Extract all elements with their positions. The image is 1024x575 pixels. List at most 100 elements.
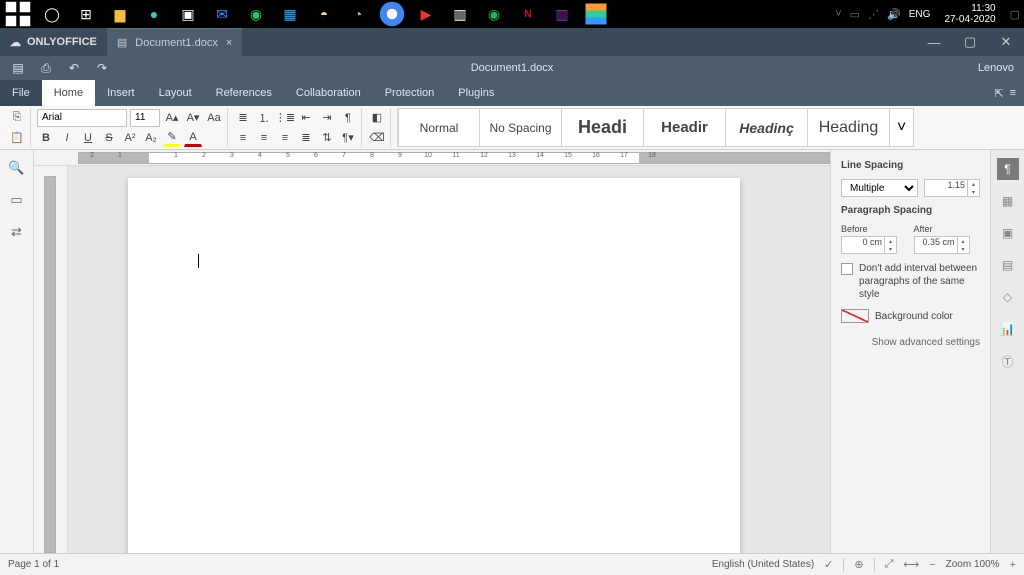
align-center-icon[interactable]: ≡	[255, 129, 273, 147]
strike-icon[interactable]: S	[100, 129, 118, 147]
vertical-ruler[interactable]	[34, 166, 68, 553]
bold-icon[interactable]: B	[37, 129, 55, 147]
spellcheck-icon[interactable]: ✓	[824, 558, 833, 571]
style-no-spacing[interactable]: No Spacing	[480, 108, 562, 147]
cortana-icon[interactable]: ◯	[38, 0, 66, 28]
redo-icon[interactable]: ↷	[90, 58, 114, 78]
tray-chevron-icon[interactable]: ˅	[835, 8, 841, 20]
paragraph-settings-icon[interactable]: ¶▾	[339, 129, 357, 147]
navigation-icon[interactable]: ⇄	[7, 222, 27, 242]
search-icon[interactable]: 🔍	[7, 158, 27, 178]
font-size-select[interactable]	[130, 109, 160, 127]
italic-icon[interactable]: I	[58, 129, 76, 147]
app2-icon[interactable]: ◓	[310, 0, 338, 28]
wifi-icon[interactable]: ⋰	[868, 8, 879, 21]
app-icon[interactable]: ▦	[276, 0, 304, 28]
tab-close-icon[interactable]: ×	[226, 37, 232, 49]
paste-icon[interactable]: 📋	[8, 129, 26, 147]
shading-icon[interactable]: ◧	[368, 109, 386, 127]
tab-insert[interactable]: Insert	[95, 80, 147, 106]
background-color-row[interactable]: Background color	[841, 309, 980, 323]
style-heading1[interactable]: Headi	[562, 108, 644, 147]
explorer-icon[interactable]: ▆	[106, 0, 134, 28]
font-color-icon[interactable]: A	[184, 129, 202, 147]
volume-icon[interactable]: 🔊	[887, 8, 901, 21]
user-label[interactable]: Lenovo	[968, 62, 1024, 74]
spotify-icon[interactable]: ◉	[480, 0, 508, 28]
app3-icon[interactable]: ▥	[446, 0, 474, 28]
underline-icon[interactable]: U	[79, 129, 97, 147]
maximize-button[interactable]: ▢	[952, 28, 988, 56]
no-interval-checkbox[interactable]: Don't add interval between paragraphs of…	[841, 262, 980, 301]
taskbar-clock[interactable]: 11:30 27-04-2020	[938, 3, 1001, 25]
style-gallery-dropdown[interactable]: ˅	[890, 108, 914, 147]
taskbar-language[interactable]: ENG	[909, 9, 931, 20]
increase-indent-icon[interactable]: ⇥	[318, 109, 336, 127]
onenote-icon[interactable]: ▥	[548, 0, 576, 28]
subscript-icon[interactable]: A₂	[142, 129, 160, 147]
horizontal-ruler[interactable]: 21123456789101112131415161718	[34, 150, 830, 166]
header-panel-icon[interactable]: ▤	[997, 254, 1019, 276]
font-name-select[interactable]	[37, 109, 127, 127]
paragraph-panel-icon[interactable]: ¶	[997, 158, 1019, 180]
zoom-out-icon[interactable]: −	[929, 559, 935, 571]
chrome-icon[interactable]	[378, 0, 406, 28]
multilevel-icon[interactable]: ⋮≣	[276, 109, 294, 127]
mail-icon[interactable]: ✉	[208, 0, 236, 28]
numbering-icon[interactable]: ⒈	[255, 109, 273, 127]
shape-panel-icon[interactable]: ◇	[997, 286, 1019, 308]
advanced-settings-link[interactable]: Show advanced settings	[841, 337, 980, 348]
spacing-before-input[interactable]: 0 cm▴▾	[841, 236, 897, 254]
edge-beta-icon[interactable]: ◔	[344, 0, 372, 28]
comments-icon[interactable]: ▭	[7, 190, 27, 210]
style-heading4[interactable]: Heading	[808, 108, 890, 147]
bg-swatch-icon[interactable]	[841, 309, 869, 323]
start-button[interactable]	[4, 0, 32, 28]
tab-file[interactable]: File	[0, 80, 42, 106]
fit-width-icon[interactable]: ⟷	[903, 558, 919, 571]
store-icon[interactable]: ▣	[174, 0, 202, 28]
align-left-icon[interactable]: ≡	[234, 129, 252, 147]
netflix-icon[interactable]: N	[514, 0, 542, 28]
decrease-font-icon[interactable]: A▾	[184, 109, 202, 127]
zoom-level[interactable]: Zoom 100%	[946, 559, 1000, 570]
change-case-icon[interactable]: Aa	[205, 109, 223, 127]
tab-plugins[interactable]: Plugins	[446, 80, 506, 106]
close-button[interactable]: ✕	[988, 28, 1024, 56]
clear-style-icon[interactable]: ⌫	[368, 129, 386, 147]
notifications-icon[interactable]: ▢	[1010, 8, 1020, 21]
decrease-indent-icon[interactable]: ⇤	[297, 109, 315, 127]
taskview-icon[interactable]: ⊞	[72, 0, 100, 28]
style-heading3[interactable]: Headinç	[726, 108, 808, 147]
image-panel-icon[interactable]: ▣	[997, 222, 1019, 244]
line-spacing-mode[interactable]: Multiple	[841, 179, 918, 197]
superscript-icon[interactable]: A²	[121, 129, 139, 147]
tab-layout[interactable]: Layout	[147, 80, 204, 106]
line-spacing-icon[interactable]: ⇅	[318, 129, 336, 147]
app4-icon[interactable]	[582, 0, 610, 28]
track-changes-icon[interactable]: ⊕	[854, 558, 863, 571]
chart-panel-icon[interactable]: 📊	[997, 318, 1019, 340]
tab-home[interactable]: Home	[42, 80, 95, 106]
page-indicator[interactable]: Page 1 of 1	[8, 559, 59, 570]
spacing-after-input[interactable]: 0.35 cm▴▾	[914, 236, 970, 254]
battery-icon[interactable]: ▭	[850, 8, 860, 21]
tab-protection[interactable]: Protection	[373, 80, 447, 106]
view-settings-icon[interactable]: ≡	[1010, 87, 1016, 99]
youtube-icon[interactable]: ▶	[412, 0, 440, 28]
style-heading2[interactable]: Headir	[644, 108, 726, 147]
justify-icon[interactable]: ≣	[297, 129, 315, 147]
nonprinting-icon[interactable]: ¶	[339, 109, 357, 127]
document-page[interactable]	[128, 178, 740, 553]
save-icon[interactable]: ▤	[6, 58, 30, 78]
align-right-icon[interactable]: ≡	[276, 129, 294, 147]
line-spacing-value[interactable]: 1.15▴▾	[924, 179, 980, 197]
increase-font-icon[interactable]: A▴	[163, 109, 181, 127]
document-tab[interactable]: ▤ Document1.docx ×	[107, 28, 242, 56]
edge-icon[interactable]: ●	[140, 0, 168, 28]
print-icon[interactable]: ⎙	[34, 58, 58, 78]
doc-language[interactable]: English (United States)	[712, 559, 814, 570]
textart-panel-icon[interactable]: Ⓣ	[997, 350, 1019, 372]
open-location-icon[interactable]: ⇱	[994, 87, 1003, 100]
undo-icon[interactable]: ↶	[62, 58, 86, 78]
